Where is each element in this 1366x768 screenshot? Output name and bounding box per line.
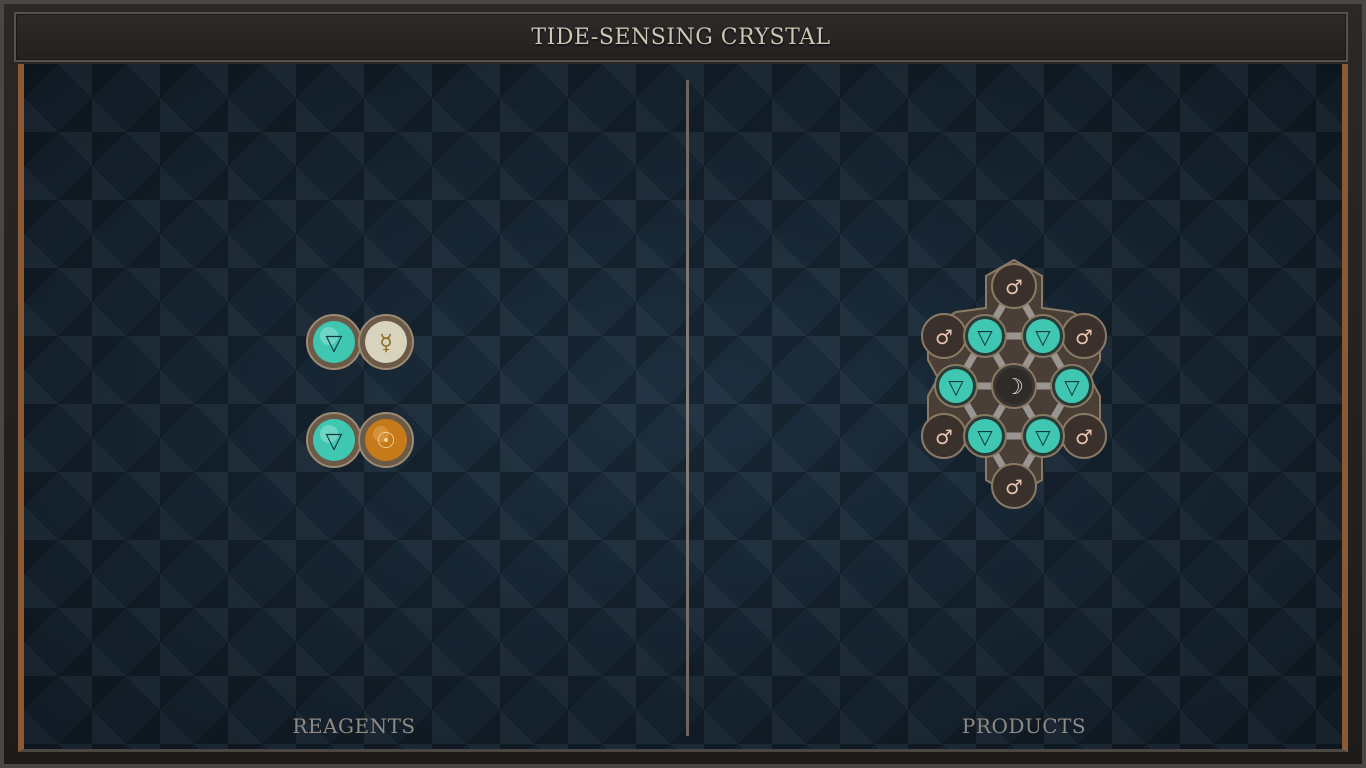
water-glyph: ▽ (1064, 375, 1080, 399)
iron-glyph: ♂ (935, 325, 953, 349)
puzzle-title: TIDE-SENSING CRYSTAL (531, 24, 831, 50)
iron-glyph: ♂ (935, 425, 953, 449)
reagents-label: REAGENTS (292, 714, 416, 738)
water-atom-4: ▽ (1050, 364, 1094, 408)
water-glyph: ▽ (326, 331, 343, 356)
gold-atom: ☉ (358, 412, 414, 468)
iron-atom-upper-right: ♂ (1061, 313, 1107, 359)
section-divider (686, 80, 689, 736)
gold-glyph: ☉ (376, 429, 396, 454)
iron-glyph: ♂ (1005, 275, 1023, 299)
water-atom-6: ▽ (1021, 414, 1065, 458)
silver-atom-center: ☽ (991, 363, 1037, 409)
iron-glyph: ♂ (1075, 325, 1093, 349)
water-glyph: ▽ (977, 325, 993, 349)
water-atom: ▽ (306, 314, 362, 370)
water-glyph: ▽ (1035, 325, 1051, 349)
water-atom: ▽ (306, 412, 362, 468)
iron-atom-top: ♂ (991, 263, 1037, 309)
water-glyph: ▽ (977, 425, 993, 449)
iron-glyph: ♂ (1005, 475, 1023, 499)
water-atom-5: ▽ (963, 414, 1007, 458)
reagent-molecule-water-quicksilver[interactable]: ▽ ☿ (302, 312, 422, 372)
iron-glyph: ♂ (1075, 425, 1093, 449)
iron-atom-lower-right: ♂ (1061, 413, 1107, 459)
water-atom-2: ▽ (1021, 314, 1065, 358)
water-atom-3: ▽ (934, 364, 978, 408)
quicksilver-atom: ☿ (358, 314, 414, 370)
water-glyph: ▽ (1035, 425, 1051, 449)
water-atom-1: ▽ (963, 314, 1007, 358)
quicksilver-glyph: ☿ (379, 331, 393, 356)
products-label: PRODUCTS (961, 714, 1087, 738)
puzzle-board: ▽ ☿ ▽ ☉ ♂ ♂ ♂ ♂ ♂ ♂ ▽ ▽ ▽ ▽ ▽ ▽ ☽ REAGEN… (18, 64, 1348, 752)
water-glyph: ▽ (948, 375, 964, 399)
iron-atom-lower-left: ♂ (921, 413, 967, 459)
product-molecule-crystal[interactable]: ♂ ♂ ♂ ♂ ♂ ♂ ▽ ▽ ▽ ▽ ▽ ▽ ☽ (884, 256, 1144, 526)
iron-atom-upper-left: ♂ (921, 313, 967, 359)
silver-glyph: ☽ (1004, 375, 1024, 400)
iron-atom-bottom: ♂ (991, 463, 1037, 509)
water-glyph: ▽ (326, 429, 343, 454)
title-bar: TIDE-SENSING CRYSTAL (14, 12, 1348, 62)
reagent-molecule-water-gold[interactable]: ▽ ☉ (302, 410, 422, 470)
